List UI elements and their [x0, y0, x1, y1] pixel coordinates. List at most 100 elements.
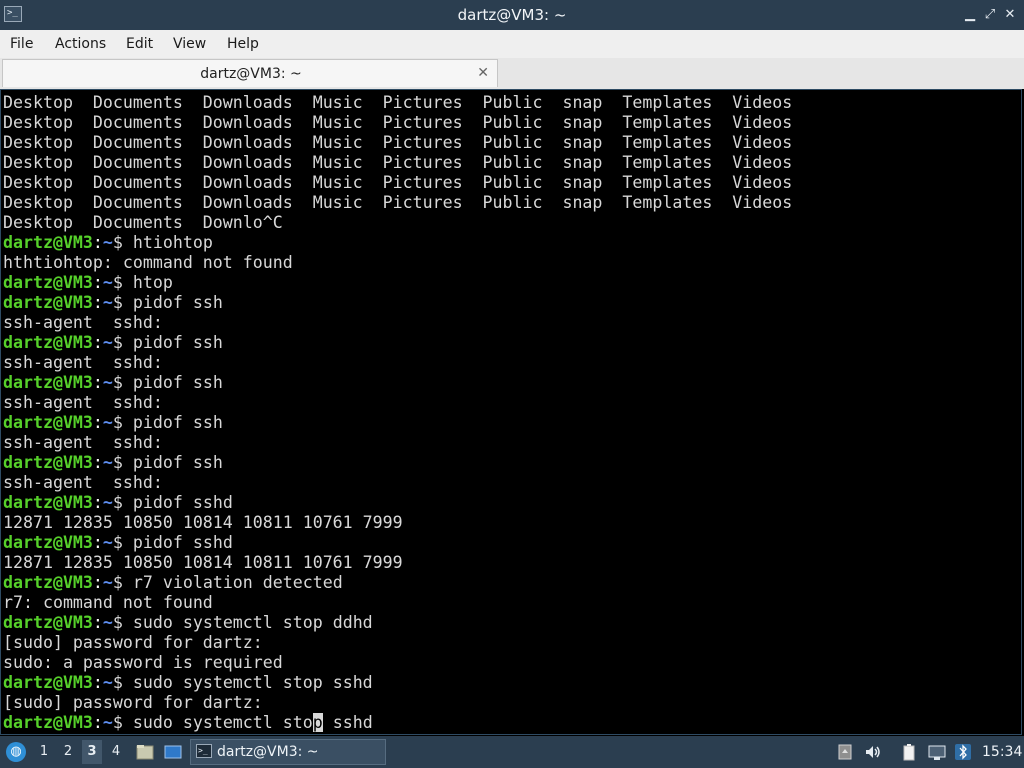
prompt-path: ~ [102, 673, 113, 692]
prompt-path: ~ [102, 453, 113, 472]
output-text: ssh-agent sshd: [3, 473, 163, 492]
command-text: sudo systemctl stop sshd [132, 673, 373, 692]
desktop-icon[interactable] [164, 743, 182, 761]
prompt-path: ~ [102, 713, 113, 732]
prompt-line: dartz@VM3:~$ r7 violation detected [3, 573, 792, 593]
prompt-symbol: $ [112, 453, 133, 472]
output-text: 12871 12835 10850 10814 10811 10761 7999 [3, 553, 403, 572]
prompt-separator: : [92, 453, 103, 472]
taskbar: ◍ 1 2 3 4 >_ dartz@VM3: ~ 15:34 [0, 736, 1024, 768]
prompt-path: ~ [102, 373, 113, 392]
maximize-button[interactable]: ⤢ [982, 7, 998, 23]
workspace-4[interactable]: 4 [106, 740, 126, 764]
prompt-line: dartz@VM3:~$ pidof ssh [3, 413, 792, 433]
tab-terminal[interactable]: dartz@VM3: ~ ✕ [2, 59, 498, 87]
prompt-path: ~ [102, 533, 113, 552]
output-line: sudo: a password is required [3, 653, 792, 673]
text-cursor: p [312, 713, 323, 732]
menu-actions[interactable]: Actions [53, 30, 108, 58]
output-text: [sudo] password for dartz: [3, 693, 263, 712]
output-line: hthtiohtop: command not found [3, 253, 792, 273]
prompt-user-host: dartz@VM3 [3, 373, 93, 392]
clock[interactable]: 15:34 [982, 736, 1022, 768]
output-line: [sudo] password for dartz: [3, 633, 792, 653]
start-menu-icon[interactable]: ◍ [6, 742, 26, 762]
output-text: Desktop Documents Downloads Music Pictur… [3, 133, 793, 152]
command-text: htop [132, 273, 173, 292]
minimize-button[interactable]: ▁ [962, 7, 978, 23]
prompt-user-host: dartz@VM3 [3, 573, 93, 592]
prompt-line: dartz@VM3:~$ sudo systemctl stop sshd [3, 673, 792, 693]
output-line: Desktop Documents Downloads Music Pictur… [3, 153, 792, 173]
output-line: Desktop Documents Downloads Music Pictur… [3, 193, 792, 213]
prompt-user-host: dartz@VM3 [3, 453, 93, 472]
prompt-user-host: dartz@VM3 [3, 413, 93, 432]
battery-icon[interactable] [900, 743, 918, 761]
prompt-line: dartz@VM3:~$ pidof sshd [3, 493, 792, 513]
prompt-symbol: $ [112, 493, 133, 512]
prompt-line: dartz@VM3:~$ pidof ssh [3, 453, 792, 473]
close-button[interactable]: ✕ [1002, 7, 1018, 23]
prompt-symbol: $ [112, 533, 133, 552]
window-titlebar: >_ dartz@VM3: ~ ▁ ⤢ ✕ [0, 0, 1024, 30]
prompt-symbol: $ [112, 713, 133, 732]
command-text: pidof ssh [132, 293, 223, 312]
menu-file[interactable]: File [8, 30, 35, 58]
menu-help[interactable]: Help [225, 30, 261, 58]
input-text-before-cursor[interactable]: sudo systemctl sto [133, 713, 313, 732]
prompt-path: ~ [102, 613, 113, 632]
workspace-3[interactable]: 3 [82, 740, 102, 764]
output-text: hthtiohtop: command not found [3, 253, 293, 272]
prompt-user-host: dartz@VM3 [3, 233, 93, 252]
output-line: ssh-agent sshd: [3, 393, 792, 413]
taskbar-terminal-button[interactable]: >_ dartz@VM3: ~ [190, 739, 386, 765]
prompt-separator: : [92, 293, 103, 312]
prompt-user-host: dartz@VM3 [3, 293, 93, 312]
prompt-user-host: dartz@VM3 [3, 273, 93, 292]
clipboard-icon[interactable] [836, 743, 854, 761]
prompt-separator: : [92, 533, 103, 552]
output-text: Desktop Documents Downloads Music Pictur… [3, 113, 793, 132]
workspace-2[interactable]: 2 [58, 740, 78, 764]
command-text: pidof ssh [132, 453, 223, 472]
output-line: ssh-agent sshd: [3, 433, 792, 453]
prompt-line: dartz@VM3:~$ pidof ssh [3, 293, 792, 313]
prompt-user-host: dartz@VM3 [3, 333, 93, 352]
network-icon[interactable] [928, 743, 946, 761]
prompt-symbol: $ [112, 273, 133, 292]
command-text: r7 violation detected [132, 573, 343, 592]
output-line: ssh-agent sshd: [3, 473, 792, 493]
workspace-1[interactable]: 1 [34, 740, 54, 764]
output-line: ssh-agent sshd: [3, 313, 792, 333]
prompt-symbol: $ [112, 233, 133, 252]
terminal-area[interactable]: Desktop Documents Downloads Music Pictur… [0, 89, 1022, 735]
output-text: r7: command not found [3, 593, 213, 612]
menu-view[interactable]: View [171, 30, 208, 58]
input-text-after-cursor[interactable]: sshd [323, 713, 373, 732]
bluetooth-icon[interactable] [954, 743, 972, 761]
output-text: ssh-agent sshd: [3, 393, 163, 412]
output-line: [sudo] password for dartz: [3, 693, 792, 713]
prompt-separator: : [92, 613, 103, 632]
output-line: Desktop Documents Downlo^C [3, 213, 792, 233]
tab-close-icon[interactable]: ✕ [477, 64, 489, 82]
prompt-path: ~ [102, 273, 113, 292]
prompt-symbol: $ [112, 573, 133, 592]
output-line: ssh-agent sshd: [3, 353, 792, 373]
prompt-separator: : [92, 493, 103, 512]
menu-edit[interactable]: Edit [124, 30, 155, 58]
output-text: ssh-agent sshd: [3, 313, 163, 332]
command-text: pidof sshd [132, 493, 233, 512]
volume-icon[interactable] [864, 743, 882, 761]
taskbar-task-label: dartz@VM3: ~ [217, 744, 319, 760]
file-manager-icon[interactable] [136, 743, 154, 761]
prompt-separator: : [92, 273, 103, 292]
command-text: htiohtop [132, 233, 213, 252]
prompt-path: ~ [102, 293, 113, 312]
prompt-user-host: dartz@VM3 [3, 533, 93, 552]
prompt-symbol: $ [112, 333, 133, 352]
prompt-symbol: $ [112, 373, 133, 392]
output-text: Desktop Documents Downloads Music Pictur… [3, 93, 793, 112]
prompt-user-host: dartz@VM3 [3, 613, 93, 632]
terminal-output: Desktop Documents Downloads Music Pictur… [3, 93, 792, 733]
